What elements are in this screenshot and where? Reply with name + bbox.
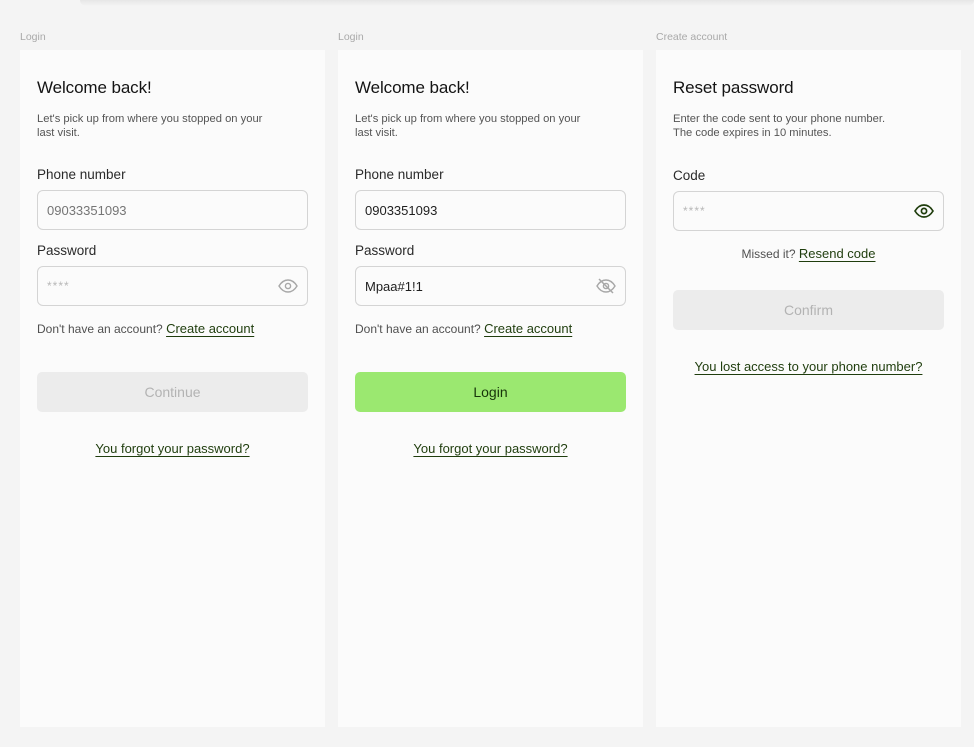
- page-title: Welcome back!: [37, 78, 152, 97]
- subtitle-line: Let's pick up from where you stopped on …: [37, 113, 263, 125]
- missed-it-text: Missed it?: [741, 247, 796, 261]
- continue-button[interactable]: Continue: [37, 372, 308, 412]
- subtitle-line: Enter the code sent to your phone number…: [673, 113, 886, 125]
- resend-row: Missed it? Resend code: [656, 246, 961, 261]
- lost-access-row: You lost access to your phone number?: [656, 358, 961, 376]
- page-subtitle: Let's pick up from where you stopped on …: [355, 112, 625, 140]
- frame-label-create-account: Create account: [656, 31, 728, 43]
- no-account-text: Don't have an account?: [355, 322, 481, 336]
- page-subtitle: Let's pick up from where you stopped on …: [37, 112, 307, 140]
- no-account-text: Don't have an account?: [37, 322, 163, 336]
- subtitle-line: last visit.: [37, 127, 80, 139]
- password-input[interactable]: Mpaa#1!1: [365, 279, 596, 294]
- phone-label: Phone number: [355, 167, 444, 182]
- forgot-password-link[interactable]: You forgot your password?: [95, 441, 249, 456]
- frame-label-login-2: Login: [338, 31, 364, 43]
- subtitle-line: Let's pick up from where you stopped on …: [355, 113, 581, 125]
- page-subtitle: Enter the code sent to your phone number…: [673, 112, 943, 140]
- eye-icon[interactable]: [278, 276, 298, 296]
- page-title: Welcome back!: [355, 78, 470, 97]
- lost-access-link[interactable]: You lost access to your phone number?: [695, 359, 923, 374]
- page-title: Reset password: [673, 78, 794, 97]
- signup-row: Don't have an account? Create account: [355, 321, 572, 336]
- phone-label: Phone number: [37, 167, 126, 182]
- phone-input[interactable]: 0903351093: [365, 203, 616, 218]
- eye-off-icon[interactable]: [596, 276, 616, 296]
- phone-field[interactable]: [37, 190, 308, 230]
- password-label: Password: [355, 243, 415, 258]
- subtitle-line: The code expires in 10 minutes.: [673, 127, 832, 139]
- login-screen-empty: Welcome back! Let's pick up from where y…: [20, 50, 325, 727]
- phone-field[interactable]: 0903351093: [355, 190, 626, 230]
- login-screen-filled: Welcome back! Let's pick up from where y…: [338, 50, 643, 727]
- password-label: Password: [37, 243, 97, 258]
- code-input[interactable]: ****: [683, 204, 914, 218]
- password-field[interactable]: ****: [37, 266, 308, 306]
- password-input[interactable]: ****: [47, 279, 278, 293]
- forgot-password-row: You forgot your password?: [338, 440, 643, 458]
- phone-input[interactable]: [47, 202, 298, 218]
- frame-label-login-1: Login: [20, 31, 46, 43]
- eye-icon[interactable]: [914, 201, 934, 221]
- reset-password-screen: Reset password Enter the code sent to yo…: [656, 50, 961, 727]
- forgot-password-link[interactable]: You forgot your password?: [413, 441, 567, 456]
- forgot-password-row: You forgot your password?: [20, 440, 325, 458]
- code-label: Code: [673, 168, 706, 183]
- subtitle-line: last visit.: [355, 127, 398, 139]
- confirm-button[interactable]: Confirm: [673, 290, 944, 330]
- login-button[interactable]: Login: [355, 372, 626, 412]
- password-field[interactable]: Mpaa#1!1: [355, 266, 626, 306]
- create-account-link[interactable]: Create account: [484, 321, 572, 336]
- top-shadow: [80, 0, 974, 6]
- code-field[interactable]: ****: [673, 191, 944, 231]
- resend-code-link[interactable]: Resend code: [799, 246, 876, 261]
- create-account-link[interactable]: Create account: [166, 321, 254, 336]
- signup-row: Don't have an account? Create account: [37, 321, 254, 336]
